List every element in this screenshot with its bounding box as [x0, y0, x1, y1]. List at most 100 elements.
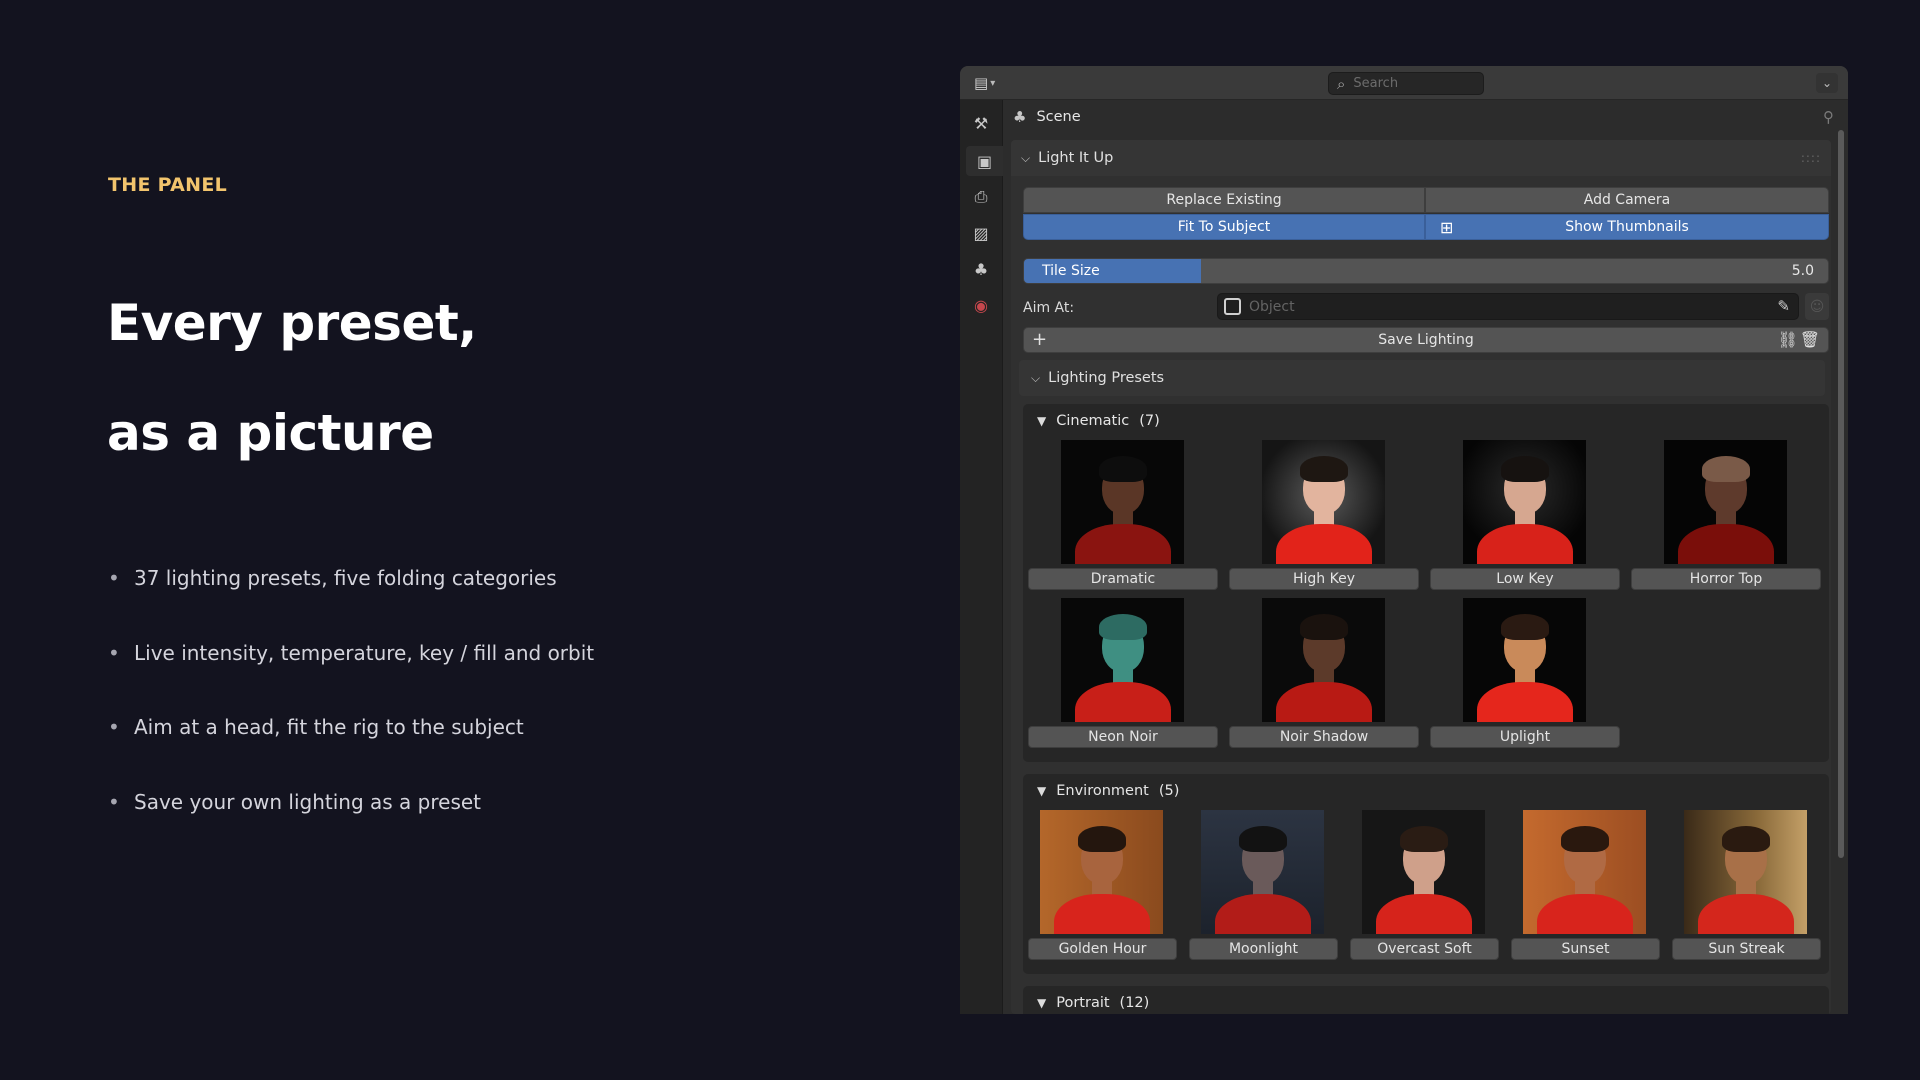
world-icon: ◉ [974, 295, 988, 315]
trash-icon[interactable]: 🗑 [1800, 330, 1820, 349]
preset-label-button[interactable]: Uplight [1430, 726, 1620, 748]
portrait-shirt [1477, 524, 1573, 564]
properties-editor-icon: ▤ [974, 74, 989, 92]
preset-label-button[interactable]: Moonlight [1189, 938, 1338, 960]
scene-icon: ♣ [1013, 108, 1027, 126]
preset-thumbnail[interactable] [1061, 598, 1184, 722]
preset-label-button[interactable]: Sunset [1511, 938, 1660, 960]
tile-size-slider[interactable]: Tile Size 5.0 [1023, 258, 1829, 284]
aim-at-extra-button[interactable]: ☺ [1805, 293, 1829, 320]
triangle-down-icon: ▼ [1037, 996, 1047, 1010]
category-name: Cinematic [1056, 413, 1130, 429]
drag-handle-icon[interactable]: :::: [1801, 151, 1821, 165]
chevron-down-icon: ⌵ [1021, 150, 1031, 165]
category-header[interactable]: ▼ Cinematic (7) [1037, 413, 1160, 429]
feature-item: • 37 lighting presets, five folding categ… [108, 541, 594, 616]
preset-label-button[interactable]: Dramatic [1028, 568, 1218, 590]
pin-icon[interactable]: ⚲ [1823, 108, 1834, 126]
tab-world[interactable]: ◉ [966, 290, 996, 320]
category-header[interactable]: ▼ Environment (5) [1037, 783, 1179, 799]
editor-type-button[interactable]: ▤ ▾ [974, 72, 1010, 94]
addon-panel-header[interactable]: ⌵ Light It Up :::: [1011, 140, 1831, 176]
preset-label-button[interactable]: Sun Streak [1672, 938, 1821, 960]
feature-text: Aim at a head, fit the rig to the subjec… [134, 715, 524, 739]
tile-size-value: 5.0 [1791, 263, 1814, 279]
save-lighting-button[interactable]: + Save Lighting ⛓ 🗑 [1023, 327, 1829, 353]
preset-label-button[interactable]: Golden Hour [1028, 938, 1177, 960]
portrait-hair [1400, 826, 1448, 852]
tab-view-layer[interactable]: ▨ [966, 218, 996, 248]
preset-thumbnail[interactable] [1262, 598, 1385, 722]
header-options-button[interactable]: ⌄ [1816, 73, 1838, 93]
bullet-icon: • [108, 566, 120, 590]
category-count: (12) [1119, 995, 1150, 1011]
tile-size-label: Tile Size [1042, 263, 1100, 279]
portrait-hair [1300, 614, 1348, 640]
replace-existing-button[interactable]: Replace Existing [1023, 187, 1425, 213]
aim-at-object-field[interactable]: Object ✎ [1217, 293, 1799, 320]
link-icon[interactable]: ⛓ [1778, 330, 1798, 349]
search-field[interactable]: ⌕ [1328, 72, 1484, 95]
preset-thumbnail[interactable] [1463, 598, 1586, 722]
category-header[interactable]: ▼ Portrait (12) [1037, 995, 1149, 1011]
bullet-icon: • [108, 789, 120, 814]
user-icon: ☺ [1809, 298, 1825, 315]
portrait-shirt [1678, 524, 1774, 564]
lighting-presets-header[interactable]: ⌵ Lighting Presets [1019, 360, 1825, 396]
feature-item: • Save your own lighting as a preset [108, 765, 594, 840]
eyedropper-icon[interactable]: ✎ [1777, 297, 1790, 315]
chevron-down-icon: ⌄ [1821, 76, 1833, 90]
feature-item: • Aim at a head, fit the rig to the subje… [108, 690, 594, 765]
panel-header: ▤ ▾ ⌕ ⌄ [960, 66, 1848, 100]
save-lighting-label: Save Lighting [1378, 332, 1474, 348]
portrait-hair [1099, 456, 1147, 482]
category-cinematic: ▼ Cinematic (7) Dramatic High Key Low Key H… [1023, 404, 1829, 762]
portrait-hair [1300, 456, 1348, 482]
preset-thumbnail[interactable] [1262, 440, 1385, 564]
light-it-up-panel: ⌵ Light It Up :::: Replace Existing Add … [1011, 140, 1831, 1014]
context-label: Scene [1036, 109, 1081, 125]
preset-label-button[interactable]: Low Key [1430, 568, 1620, 590]
preset-thumbnail[interactable] [1061, 440, 1184, 564]
lighting-presets-title: Lighting Presets [1048, 370, 1165, 386]
preset-thumbnail[interactable] [1463, 440, 1586, 564]
object-icon [1224, 298, 1241, 315]
search-input[interactable] [1353, 76, 1464, 91]
tab-scene[interactable]: ♣ [966, 254, 996, 284]
preset-label-button[interactable]: High Key [1229, 568, 1419, 590]
preset-thumbnail[interactable] [1362, 810, 1485, 934]
preset-thumbnail[interactable] [1523, 810, 1646, 934]
tab-tool[interactable]: ⚒ [966, 108, 996, 138]
preset-thumbnail[interactable] [1684, 810, 1807, 934]
chevron-down-icon: ▾ [990, 77, 996, 89]
scrollbar[interactable] [1838, 130, 1844, 858]
show-thumbnails-label: Show Thumbnails [1565, 219, 1689, 235]
preset-label-button[interactable]: Overcast Soft [1350, 938, 1499, 960]
chevron-down-icon: ⌵ [1031, 370, 1041, 385]
preset-thumbnail[interactable] [1201, 810, 1324, 934]
preset-label-button[interactable]: Neon Noir [1028, 726, 1218, 748]
show-thumbnails-button[interactable]: ⊞ Show Thumbnails [1425, 214, 1829, 240]
triangle-down-icon: ▼ [1037, 414, 1047, 428]
preset-thumbnail[interactable] [1664, 440, 1787, 564]
fit-to-subject-button[interactable]: Fit To Subject [1023, 214, 1425, 240]
properties-panel: ▤ ▾ ⌕ ⌄ ⚒ ▣ ⎙ ▨ ♣ ◉ ♣ Scene ⚲ ⌵ Light It… [960, 66, 1848, 1014]
addon-title: Light It Up [1038, 150, 1114, 166]
bullet-icon: • [108, 640, 120, 665]
portrait-shirt [1215, 894, 1311, 934]
category-name: Environment [1056, 783, 1149, 799]
tab-output[interactable]: ⎙ [966, 182, 996, 212]
category-name: Portrait [1056, 995, 1110, 1011]
portrait-hair [1078, 826, 1126, 852]
preset-label-button[interactable]: Noir Shadow [1229, 726, 1419, 748]
feature-item: • Live intensity, temperature, key / fill… [108, 616, 594, 691]
headline: Every preset, as a picture [107, 268, 477, 488]
add-camera-button[interactable]: Add Camera [1425, 187, 1829, 213]
tab-render[interactable]: ▣ [966, 146, 1003, 176]
preset-thumbnail[interactable] [1040, 810, 1163, 934]
portrait-hair [1239, 826, 1287, 852]
category-count: (7) [1139, 413, 1160, 429]
preset-label-button[interactable]: Horror Top [1631, 568, 1821, 590]
grid-icon: ⊞ [1440, 217, 1454, 237]
headline-line-1: Every preset, [107, 294, 477, 352]
